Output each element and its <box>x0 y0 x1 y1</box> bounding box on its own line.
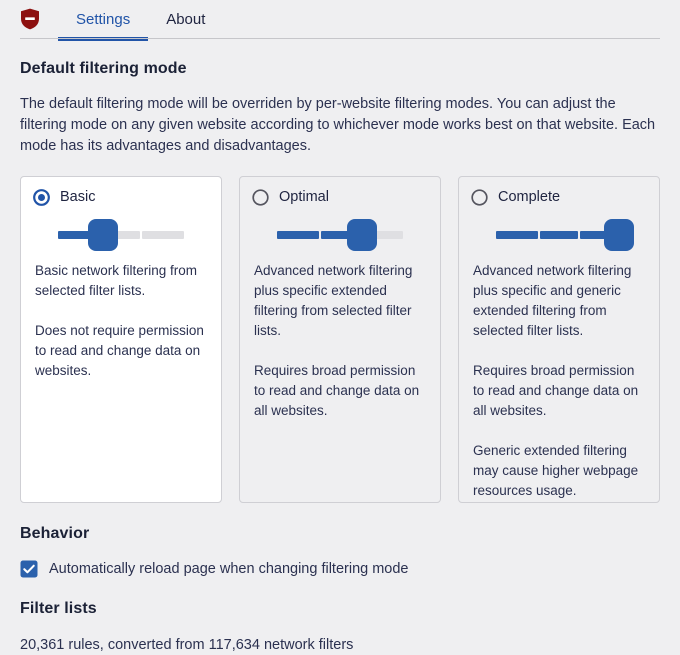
mode-card-optimal-header: Optimal <box>240 177 440 206</box>
slider-thumb[interactable] <box>88 219 118 251</box>
mode-slider-complete[interactable] <box>496 219 634 251</box>
mode-card-complete-paragraph-3: Generic extended filtering may cause hig… <box>473 443 639 498</box>
default-filtering-mode-title: Default filtering mode <box>20 60 187 77</box>
settings-content: Default filtering mode The default filte… <box>0 60 680 655</box>
mode-card-basic-header: Basic <box>21 177 221 206</box>
radio-basic-selected-icon[interactable] <box>33 189 50 206</box>
mode-card-complete-header: Complete <box>459 177 659 206</box>
auto-reload-label: Automatically reload page when changing … <box>49 560 409 577</box>
mode-card-basic-paragraph-2: Does not require permission to read and … <box>35 323 204 378</box>
mode-card-complete-paragraph-1: Advanced network filtering plus specific… <box>473 263 632 338</box>
mode-card-basic-paragraph-1: Basic network filtering from selected fi… <box>35 263 198 298</box>
slider-thumb[interactable] <box>347 219 377 251</box>
slider-track-filled-1 <box>277 231 319 239</box>
mode-slider-basic-wrap <box>21 206 221 251</box>
radio-complete-unselected-icon[interactable] <box>471 189 488 206</box>
slider-track-filled-1 <box>496 231 538 239</box>
tab-bar: Settings About <box>0 0 680 41</box>
mode-card-complete-body: Advanced network filtering plus specific… <box>459 250 659 502</box>
mode-card-basic-label: Basic <box>60 189 96 206</box>
radio-optimal-unselected-icon[interactable] <box>252 189 269 206</box>
slider-thumb[interactable] <box>604 219 634 251</box>
mode-card-optimal-paragraph-1: Advanced network filtering plus specific… <box>254 263 413 338</box>
behavior-title: Behavior <box>20 525 90 542</box>
mode-card-complete-paragraph-2: Requires broad permission to read and ch… <box>473 363 639 418</box>
mode-card-complete[interactable]: Complete Advanced network filtering plus… <box>458 176 660 503</box>
default-filtering-mode-description: The default filtering mode will be overr… <box>20 96 656 154</box>
mode-slider-basic[interactable] <box>58 219 184 251</box>
mode-slider-optimal-wrap <box>240 206 440 251</box>
mode-card-basic-body: Basic network filtering from selected fi… <box>21 250 221 393</box>
shield-block-icon[interactable] <box>20 8 40 30</box>
tab-bar-divider <box>20 38 660 39</box>
slider-track-filled-2 <box>540 231 578 239</box>
filter-lists-stats: 20,361 rules, converted from 117,634 net… <box>20 637 354 653</box>
mode-slider-complete-wrap <box>459 206 659 251</box>
tab-settings-label: Settings <box>76 10 131 28</box>
tab-about-label: About <box>166 10 206 28</box>
mode-card-optimal-label: Optimal <box>279 189 329 206</box>
mode-card-optimal[interactable]: Optimal Advanced network filtering plus … <box>239 176 441 503</box>
mode-card-optimal-paragraph-2: Requires broad permission to read and ch… <box>254 363 420 418</box>
filter-lists-title: Filter lists <box>20 600 97 617</box>
auto-reload-row[interactable]: Automatically reload page when changing … <box>20 560 660 578</box>
tab-settings[interactable]: Settings <box>58 0 149 41</box>
tab-about[interactable]: About <box>148 0 223 38</box>
checkbox-auto-reload-checked-icon[interactable] <box>20 560 38 578</box>
slider-track-empty-2 <box>142 231 184 239</box>
mode-card-basic[interactable]: Basic Basic network filtering from selec… <box>20 176 222 503</box>
mode-slider-optimal[interactable] <box>277 219 403 251</box>
mode-card-optimal-body: Advanced network filtering plus specific… <box>240 250 440 433</box>
filtering-mode-cards: Basic Basic network filtering from selec… <box>20 176 660 503</box>
mode-card-complete-label: Complete <box>498 189 561 206</box>
